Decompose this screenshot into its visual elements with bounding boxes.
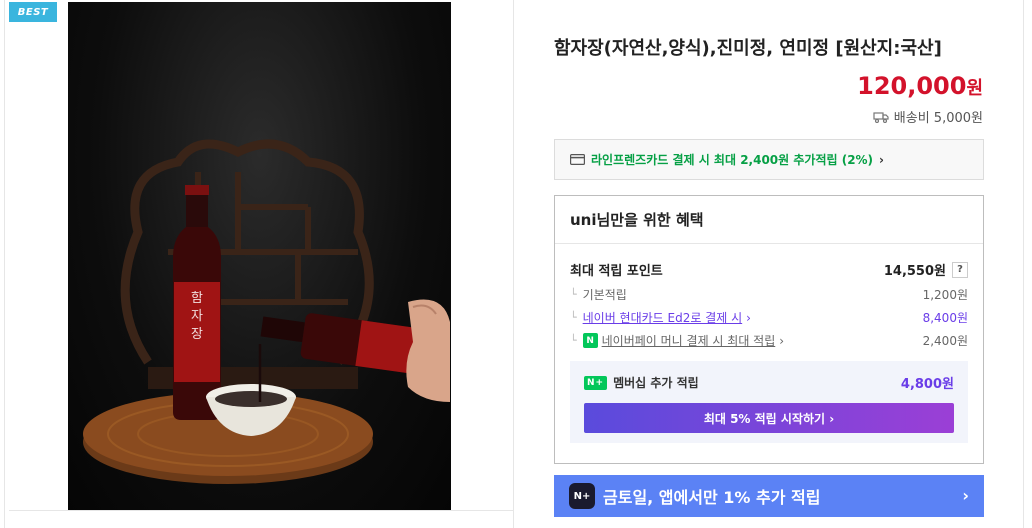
chevron-right-icon: › — [746, 310, 751, 325]
card-promo-text: 라인프렌즈카드 결제 시 최대 2,400원 추가적립 (2%) — [591, 153, 874, 167]
max-points-value: 14,550원 — [883, 264, 946, 279]
benefit-row-value: 1,200원 — [922, 288, 968, 302]
product-title: 함자장(자연산,양식),진미정, 연미정 [원산지:국산] — [554, 38, 942, 59]
svg-text:장: 장 — [191, 327, 203, 342]
product-price: 120,000원 — [857, 72, 983, 100]
card-promo-link[interactable]: 라인프렌즈카드 결제 시 최대 2,400원 추가적립 (2%) › — [554, 139, 984, 180]
best-badge: BEST — [9, 2, 57, 22]
max-points-row: 최대 적립 포인트 14,550원 ? — [570, 260, 968, 279]
chevron-right-icon: › — [879, 152, 884, 167]
naver-plus-app-icon: N+ — [569, 483, 595, 509]
price-value: 120,000 — [857, 72, 967, 100]
benefit-row-value: 2,400원 — [922, 334, 968, 348]
tree-branch-icon: └ — [570, 334, 577, 347]
membership-label: 멤버십 추가 적립 — [613, 376, 699, 390]
product-illustration: 함 자 장 — [83, 139, 450, 484]
product-page: BEST 함 자 장 함자장(자연산,양식),진미정, 연미정 [원산지:국산]… — [0, 0, 1032, 528]
benefit-box: uni님만을 위한 혜택 최대 적립 포인트 14,550원 ? └ 기본적립 1… — [554, 195, 984, 464]
benefit-row-npay-money: └ N 네이버페이 머니 결제 시 최대 적립 › 2,400원 — [570, 332, 968, 349]
tree-branch-icon: └ — [570, 288, 577, 301]
benefit-header: uni님만을 위한 혜택 — [555, 196, 983, 244]
product-info-panel: 함자장(자연산,양식),진미정, 연미정 [원산지:국산] 120,000원 배… — [514, 0, 1024, 528]
naver-pay-icon: N — [582, 333, 598, 348]
tree-branch-icon: └ — [570, 311, 577, 324]
chevron-right-icon: › — [779, 333, 785, 348]
product-image-panel: BEST 함 자 장 — [4, 0, 514, 528]
chevron-right-icon: › — [962, 486, 969, 505]
npay-money-link[interactable]: 네이버페이 머니 결제 시 최대 적립 — [602, 332, 776, 349]
shipping-info: 배송비 5,000원 — [873, 107, 983, 126]
svg-text:자: 자 — [191, 309, 203, 324]
shipping-fee: 배송비 5,000원 — [893, 111, 983, 126]
start-membership-button[interactable]: 최대 5% 적립 시작하기 › — [584, 403, 954, 433]
price-unit: 원 — [966, 78, 983, 99]
naver-plus-icon: N+ — [584, 375, 608, 390]
banner-text: 금토일, 앱에서만 1% 추가 적립 — [603, 488, 821, 507]
max-points-label: 최대 적립 포인트 — [570, 264, 663, 279]
divider — [9, 510, 513, 511]
benefit-row-value: 8,400원 — [922, 311, 968, 325]
benefit-row-basic: └ 기본적립 1,200원 — [570, 286, 968, 303]
membership-box: N+ 멤버십 추가 적립 4,800원 최대 5% 적립 시작하기 › — [570, 361, 968, 443]
hyundai-card-link[interactable]: 네이버 현대카드 Ed2로 결제 시 — [583, 309, 743, 326]
product-photo[interactable]: 함 자 장 — [68, 2, 451, 510]
credit-card-icon — [570, 154, 585, 165]
membership-value: 4,800원 — [900, 377, 954, 392]
svg-text:함: 함 — [191, 291, 203, 306]
benefit-row-hyundai-card: └ 네이버 현대카드 Ed2로 결제 시 › 8,400원 — [570, 309, 968, 326]
app-promo-banner[interactable]: N+ 금토일, 앱에서만 1% 추가 적립 › — [554, 475, 984, 517]
membership-row: N+ 멤버십 추가 적립 4,800원 — [584, 373, 954, 392]
help-icon[interactable]: ? — [952, 261, 968, 278]
truck-icon — [873, 111, 889, 123]
benefit-row-label: 기본적립 — [582, 288, 627, 302]
